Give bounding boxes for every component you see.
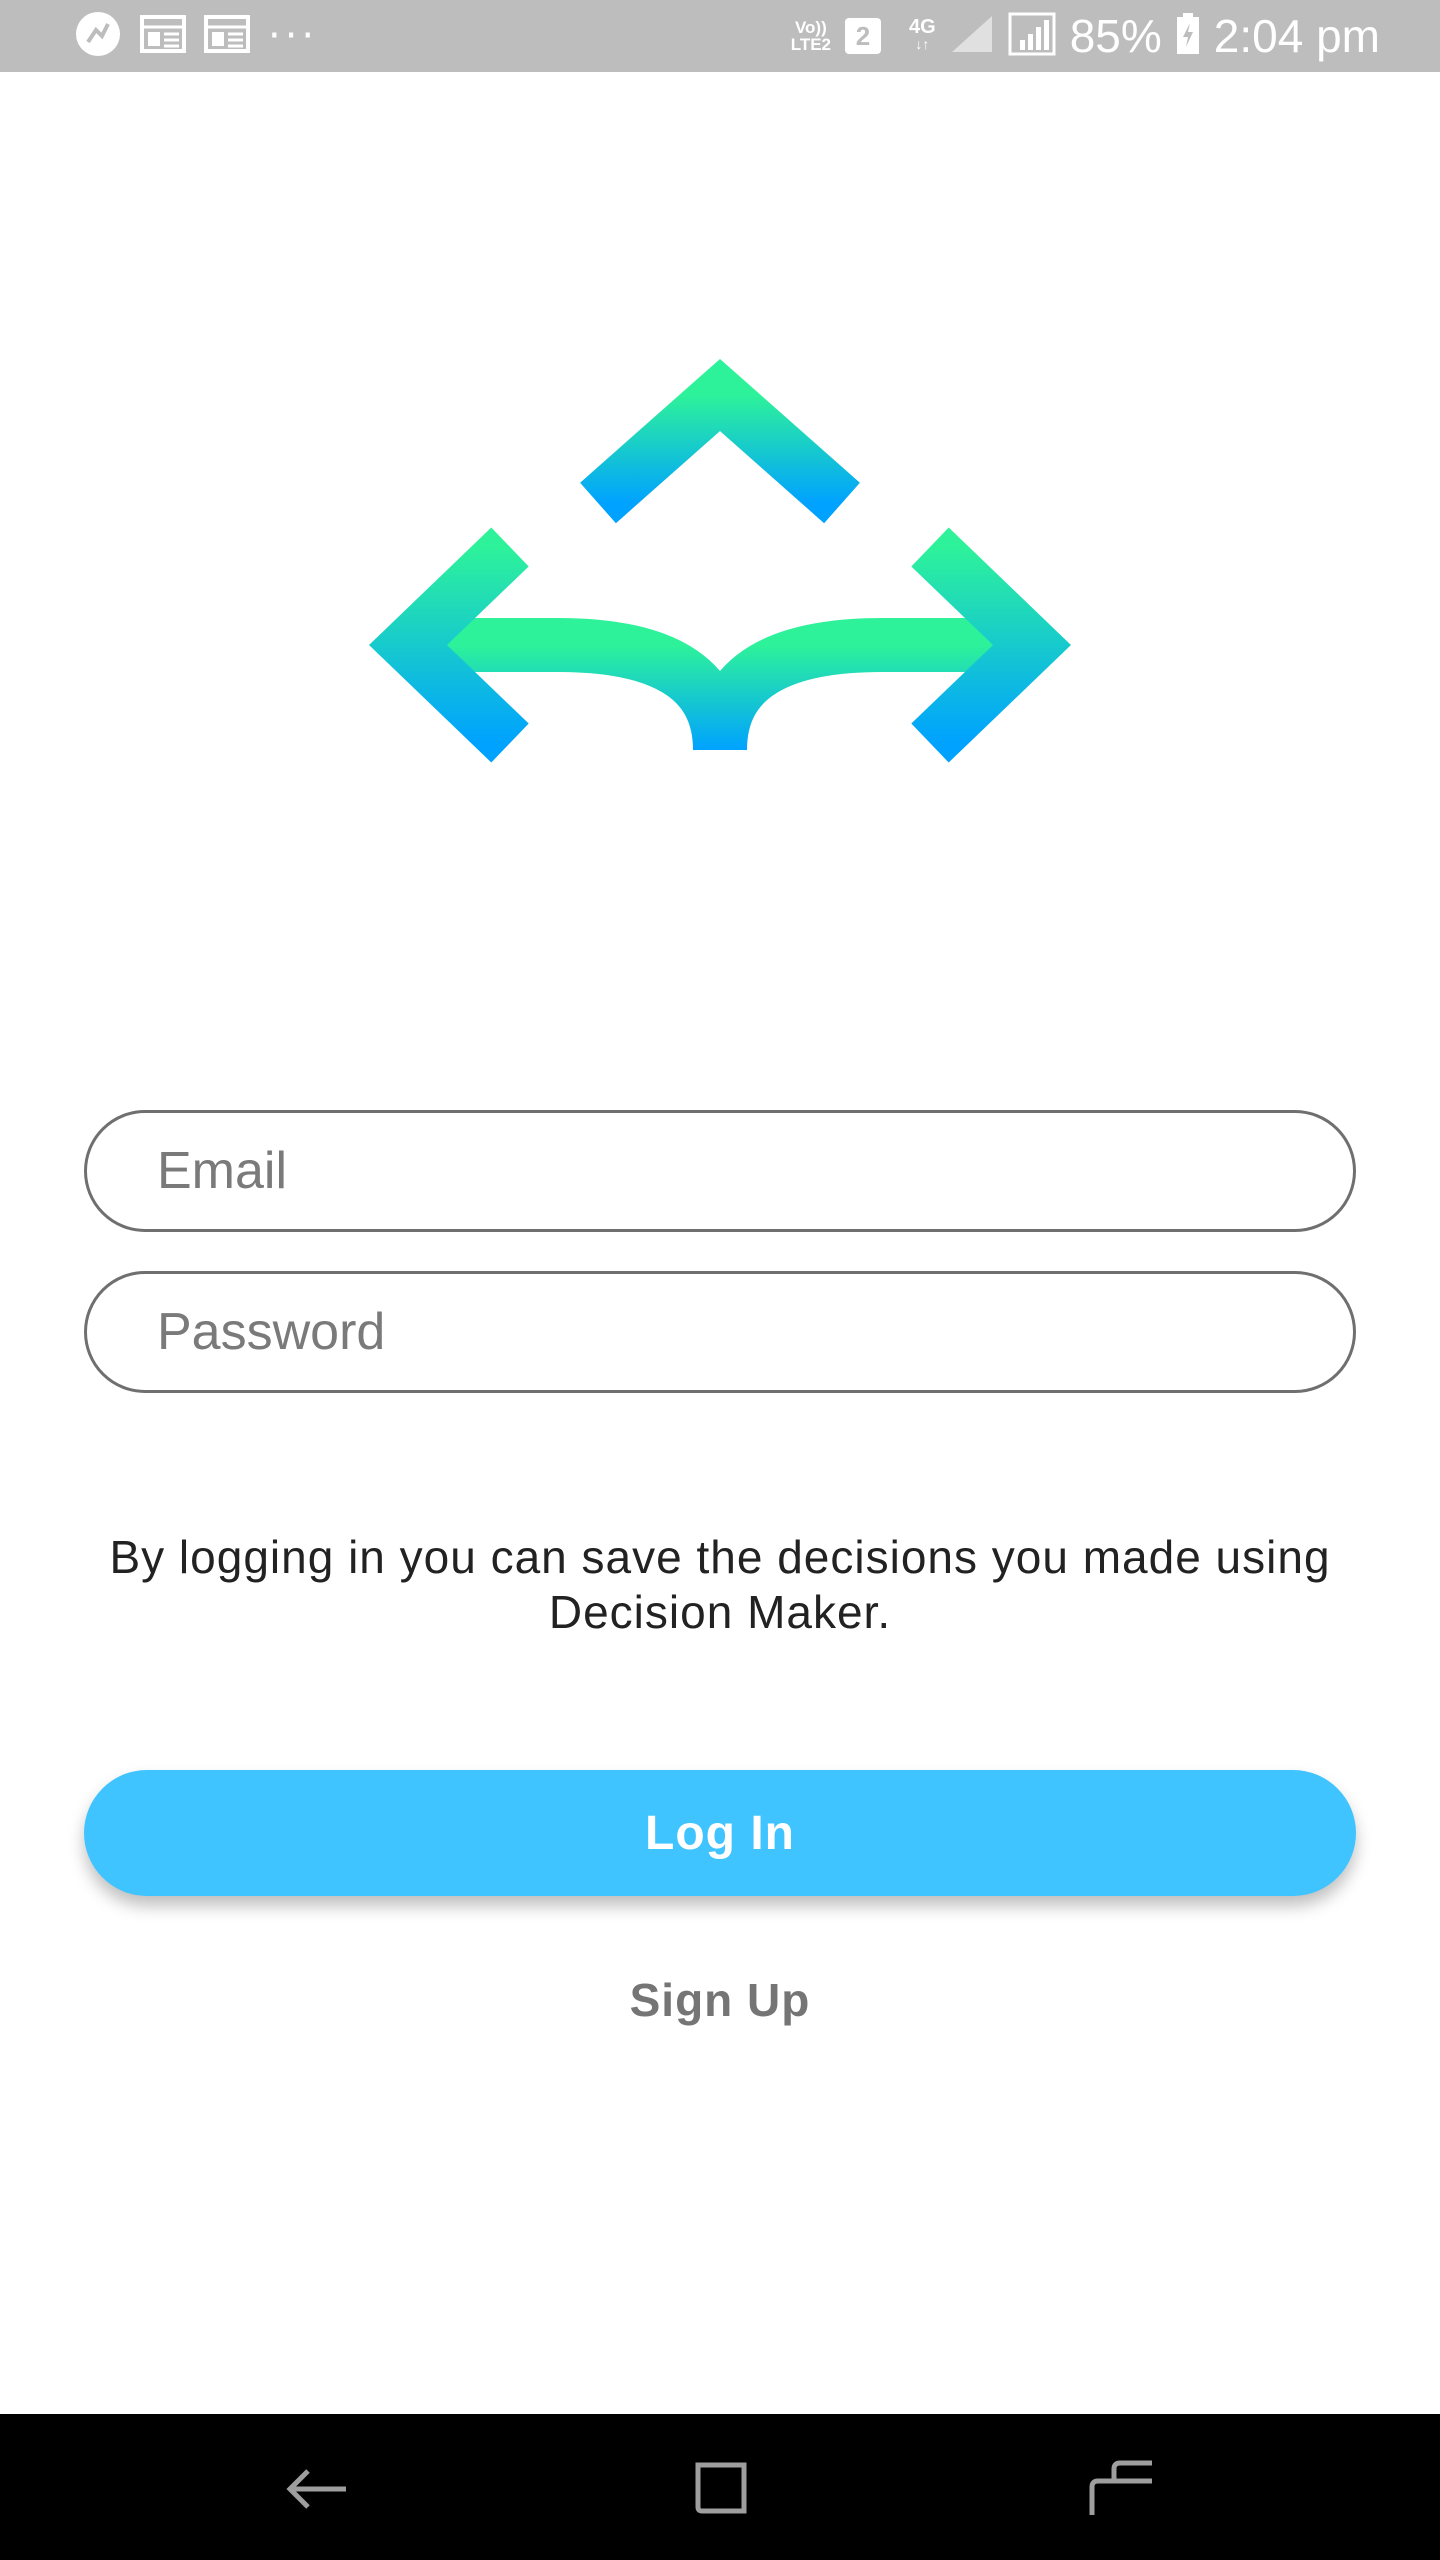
back-icon[interactable]	[278, 2449, 358, 2529]
recent-apps-icon[interactable]	[1082, 2449, 1162, 2529]
battery-percent: 85%	[1069, 10, 1162, 62]
status-bar-left: ···	[74, 11, 319, 59]
more-dots-icon: ···	[268, 13, 319, 59]
news-icon	[140, 14, 186, 58]
login-button[interactable]: Log In	[84, 1770, 1356, 1896]
data-arrows-icon: ↓↑	[915, 36, 930, 52]
three-way-arrow-icon	[368, 355, 1072, 967]
status-bar-right: Vo)) LTE2 2 4G ↓↑ 85% 2:04 pm	[791, 10, 1380, 62]
sim-badge: 2	[845, 18, 882, 54]
email-input[interactable]	[155, 1113, 1305, 1229]
volte-indicator: Vo)) LTE2	[791, 19, 831, 53]
signal-icon-sim2	[1008, 12, 1056, 61]
home-square-icon[interactable]	[680, 2449, 760, 2529]
battery-charging-icon	[1176, 12, 1200, 60]
password-input[interactable]	[155, 1274, 1305, 1390]
navigation-bar	[0, 2414, 1440, 2560]
password-field[interactable]	[84, 1271, 1356, 1393]
news-icon	[204, 14, 250, 58]
volte-label: Vo))	[794, 18, 827, 37]
network-type-label: 4G	[909, 16, 936, 38]
network-type-indicator: 4G ↓↑	[909, 16, 936, 53]
signal-icon-sim1	[950, 14, 994, 59]
signup-link[interactable]: Sign Up	[520, 1965, 920, 2035]
clock: 2:04 pm	[1213, 10, 1380, 62]
app-notification-icon	[74, 10, 122, 63]
login-info-text: By logging in you can save the decisions…	[109, 1531, 1331, 1638]
lte-label: LTE2	[790, 35, 832, 54]
status-bar: ··· Vo)) LTE2 2 4G ↓↑ 85% 2:04 pm	[0, 0, 1440, 72]
email-field[interactable]	[84, 1110, 1356, 1232]
